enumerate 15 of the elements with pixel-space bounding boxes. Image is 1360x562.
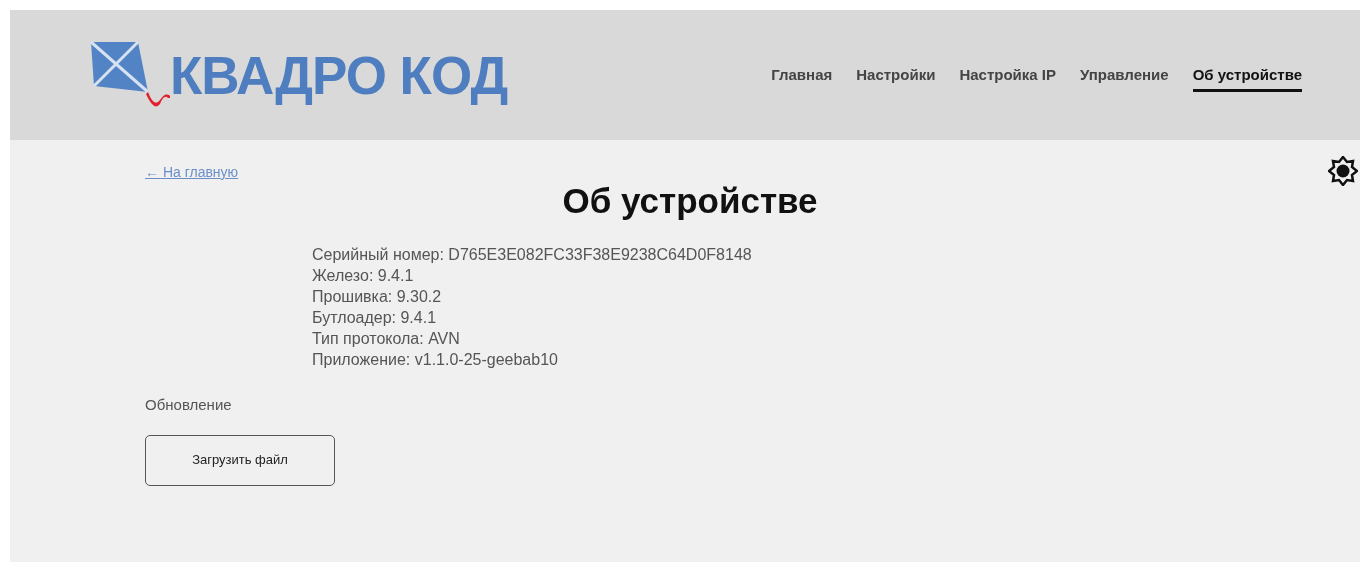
nav-link[interactable]: Об устройстве — [1192, 64, 1302, 92]
info-line: Серийный номер: D765E3E082FC33F38E9238C64D0F8148 — [312, 245, 753, 265]
info-line: Бутлоадер: 9.4.1 — [312, 308, 438, 328]
nav-link[interactable]: Настройки — [856, 64, 936, 92]
upload-file-button[interactable]: Загрузить файл — [145, 434, 335, 486]
info-line: Прошивка: 9.30.2 — [312, 287, 443, 307]
info-line: Тип протокола: AVN — [312, 329, 461, 349]
nav-link[interactable]: Настройка IP — [959, 64, 1056, 92]
nav-link[interactable]: Управление — [1080, 64, 1169, 92]
update-label: Обновление — [145, 395, 233, 415]
info-line: Приложение: v1.1.0-25-geebab10 — [312, 350, 559, 370]
info-line: Железо: 9.4.1 — [312, 266, 415, 286]
theme-toggle-icon[interactable] — [1328, 156, 1358, 186]
nav-link[interactable]: Главная — [771, 64, 833, 92]
page-title: Об устройстве — [561, 180, 819, 222]
